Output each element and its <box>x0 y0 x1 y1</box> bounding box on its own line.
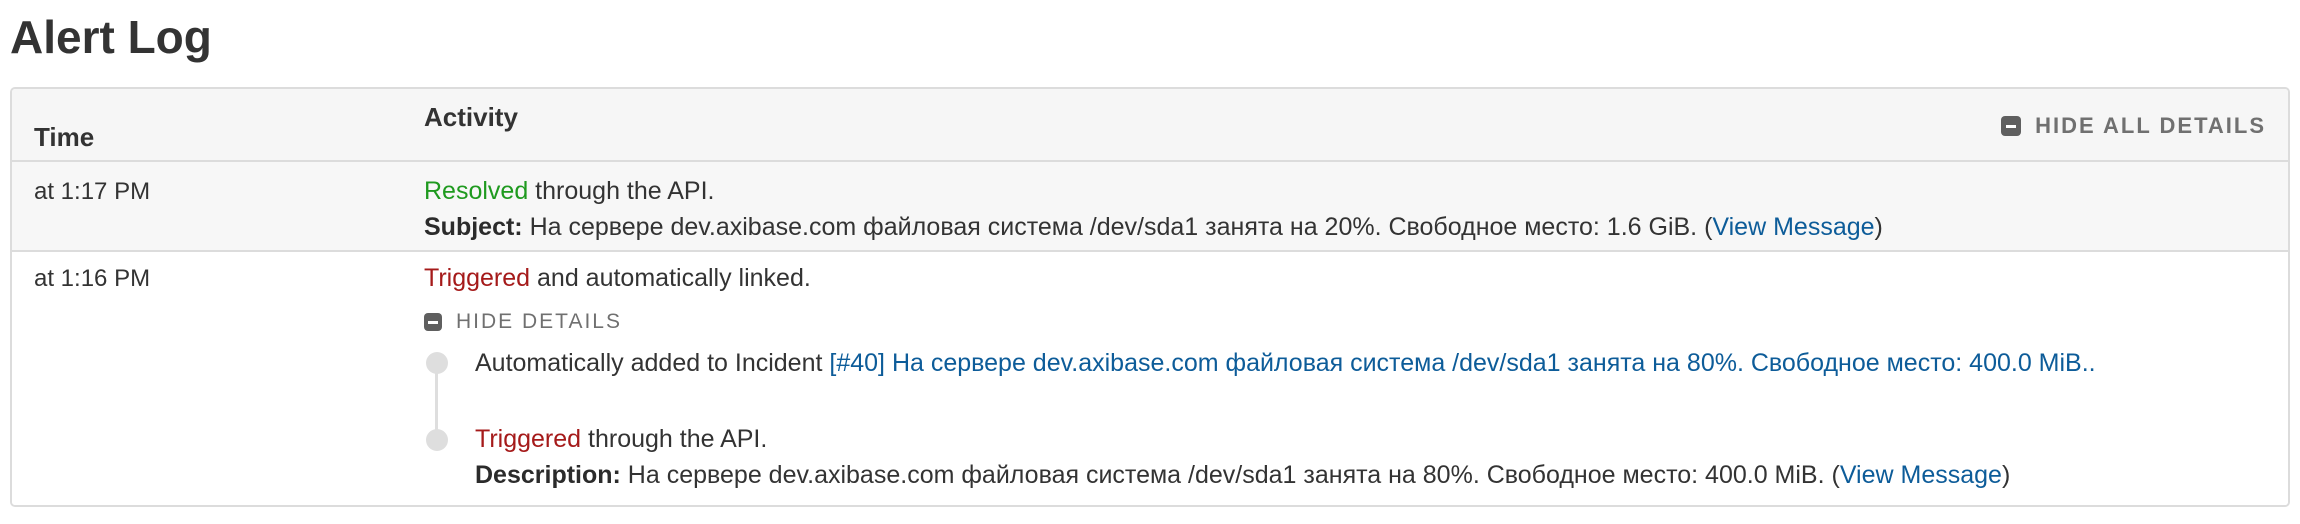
description-text: На сервере dev.axibase.com файловая сист… <box>620 461 1840 489</box>
hide-details-button[interactable]: HIDE DETAILS <box>424 308 622 336</box>
column-header-activity: Activity <box>424 102 518 132</box>
row-time: at 1:16 PM <box>34 265 151 292</box>
timeline-dot-icon <box>426 352 448 374</box>
view-message-link[interactable]: View Message <box>1840 461 2002 489</box>
close-paren: ) <box>2001 461 2011 489</box>
table-row: at 1:16 PM Triggered and automatically l… <box>12 252 2288 505</box>
column-header-time: Time <box>34 122 95 152</box>
timeline-dot-icon <box>426 429 448 451</box>
subject-text: На сервере dev.axibase.com файловая сист… <box>522 213 1713 241</box>
hide-all-details-label: HIDE ALL DETAILS <box>2035 113 2266 138</box>
minus-square-icon <box>2001 116 2022 136</box>
minus-square-icon <box>424 313 442 331</box>
close-paren: ) <box>1874 213 1883 241</box>
detail-incident-line: Automatically added to Incident [#40] На… <box>475 346 2096 380</box>
status-rest: and automatically linked. <box>530 264 811 292</box>
hide-all-details-button[interactable]: HIDE ALL DETAILS <box>2001 111 2266 141</box>
status-resolved: Resolved <box>424 177 529 205</box>
page-title: Alert Log <box>10 11 212 63</box>
status-rest: through the API. <box>581 425 768 453</box>
view-message-link[interactable]: View Message <box>1712 213 1874 241</box>
description-label: Description: <box>475 461 621 489</box>
activity-status-line: Resolved through the API. <box>424 174 714 208</box>
table-header: Time Activity HIDE ALL DETAILS <box>12 89 2288 162</box>
table-row: at 1:17 PM Resolved through the API. Sub… <box>12 162 2288 252</box>
incident-link[interactable]: [#40] На сервере dev.axibase.com файлова… <box>829 349 2095 377</box>
subject-line: Subject: На сервере dev.axibase.com файл… <box>424 210 1883 244</box>
alert-log-table: Time Activity HIDE ALL DETAILS at 1:17 P… <box>10 87 2290 507</box>
detail-triggered-line: Triggered through the API. <box>475 422 767 456</box>
status-rest: through the API. <box>528 177 715 205</box>
status-triggered: Triggered <box>424 264 531 292</box>
subject-label: Subject: <box>424 213 523 241</box>
row-time: at 1:17 PM <box>34 178 151 205</box>
description-line: Description: На сервере dev.axibase.com … <box>475 458 2010 492</box>
status-triggered: Triggered <box>475 425 582 453</box>
hide-details-label: HIDE DETAILS <box>456 310 622 333</box>
detail-text: Automatically added to Incident <box>475 349 830 377</box>
activity-status-line: Triggered and automatically linked. <box>424 261 811 295</box>
